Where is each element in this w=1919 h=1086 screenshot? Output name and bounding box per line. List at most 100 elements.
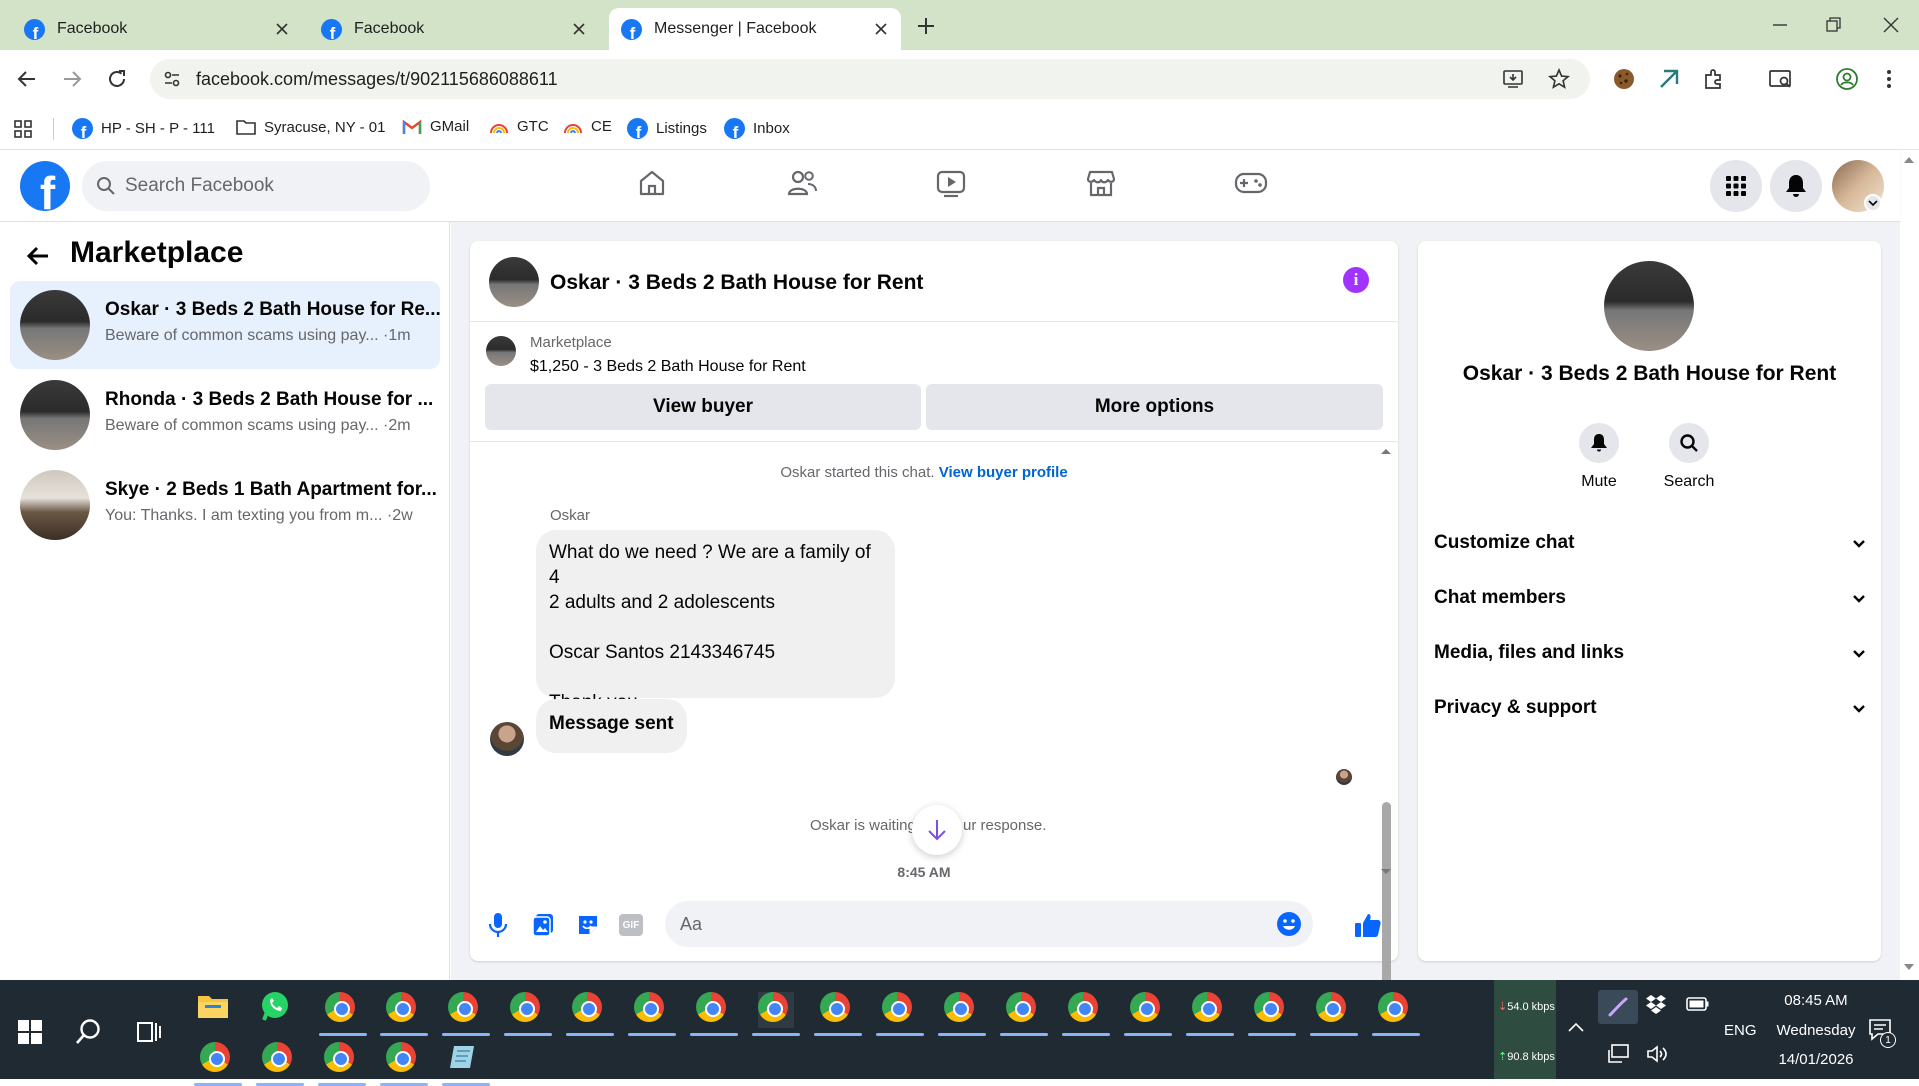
extension-icon[interactable]	[1657, 67, 1681, 91]
browser-tab-active[interactable]: f Messenger | Facebook	[609, 8, 901, 50]
page-scroll-up-icon[interactable]	[1903, 155, 1915, 165]
sender-avatar[interactable]	[490, 722, 524, 756]
profile-icon[interactable]	[1835, 67, 1859, 91]
bookmark-star-icon[interactable]	[1548, 68, 1570, 90]
url-text[interactable]: facebook.com/messages/t/902115686088611	[196, 69, 558, 90]
gaming-icon[interactable]	[1234, 168, 1268, 198]
search-in-conversation-button[interactable]	[1669, 423, 1709, 463]
page-scroll-down-icon[interactable]	[1903, 962, 1915, 972]
minimize-icon[interactable]	[1770, 15, 1790, 35]
info-avatar[interactable]	[1604, 261, 1694, 351]
close-tab-icon[interactable]	[871, 19, 891, 39]
reload-icon[interactable]	[106, 68, 128, 90]
view-buyer-button[interactable]: View buyer	[485, 384, 921, 430]
browser-tab-1[interactable]: f Facebook	[12, 8, 302, 50]
network-display-icon[interactable]	[1608, 1044, 1630, 1064]
chrome-window-icon[interactable]	[318, 1042, 366, 1086]
scrollbar-thumb[interactable]	[1382, 802, 1391, 995]
conversation-info-icon[interactable]: i	[1343, 267, 1369, 293]
sticker-icon[interactable]	[576, 913, 600, 937]
gif-icon[interactable]: GIF	[619, 914, 643, 936]
chrome-window-icon[interactable]	[1372, 992, 1420, 1036]
chrome-window-icon[interactable]	[504, 992, 552, 1036]
volume-icon[interactable]	[1646, 1044, 1668, 1064]
language-indicator[interactable]: ENG	[1724, 1022, 1757, 1039]
account-chevron-icon[interactable]	[1864, 194, 1882, 212]
back-arrow-icon[interactable]	[24, 242, 52, 270]
whatsapp-icon[interactable]	[259, 990, 295, 1026]
browser-menu-icon[interactable]	[1884, 67, 1894, 91]
listing-text[interactable]: $1,250 - 3 Beds 2 Bath House for Rent	[530, 358, 806, 376]
site-settings-icon[interactable]	[162, 69, 182, 89]
scroll-to-bottom-button[interactable]	[912, 805, 962, 855]
chrome-window-icon[interactable]	[380, 1042, 428, 1086]
chrome-window-icon[interactable]	[442, 992, 490, 1036]
conversation-item-skye[interactable]: Skye · 2 Beds 1 Bath Apartment for... Yo…	[10, 461, 440, 549]
marketplace-icon[interactable]	[1086, 168, 1116, 198]
file-explorer-icon[interactable]	[197, 992, 233, 1028]
restore-icon[interactable]	[1824, 15, 1844, 35]
battery-icon[interactable]	[1686, 995, 1710, 1013]
chrome-window-icon[interactable]	[566, 992, 614, 1036]
chat-scrollbar[interactable]	[1379, 446, 1393, 995]
attach-photo-icon[interactable]	[532, 913, 554, 937]
chat-avatar[interactable]	[489, 257, 539, 307]
pen-tray-icon[interactable]	[1598, 990, 1638, 1024]
notifications-button[interactable]	[1770, 160, 1822, 212]
microphone-icon[interactable]	[487, 912, 509, 938]
chrome-window-icon[interactable]	[876, 992, 924, 1036]
chrome-window-icon[interactable]	[1310, 992, 1358, 1036]
bookmark-gmail[interactable]: GMail	[402, 118, 469, 135]
menu-grid-button[interactable]	[1710, 160, 1762, 212]
chrome-window-icon[interactable]	[1124, 992, 1172, 1036]
video-icon[interactable]	[936, 168, 966, 198]
chrome-window-icon[interactable]	[938, 992, 986, 1036]
show-hidden-icons-chevron-icon[interactable]	[1568, 1022, 1584, 1032]
cookie-extension-icon[interactable]	[1612, 67, 1636, 91]
more-options-button[interactable]: More options	[926, 384, 1383, 430]
bookmark-gtc[interactable]: GTC	[489, 118, 549, 135]
install-app-icon[interactable]	[1502, 68, 1524, 90]
task-view-icon[interactable]	[137, 1019, 161, 1045]
message-sent-bubble[interactable]: Message sent	[536, 699, 687, 753]
emoji-icon[interactable]	[1276, 911, 1302, 937]
bookmark-ce[interactable]: CE	[563, 118, 612, 135]
view-buyer-profile-link[interactable]: View buyer profile	[939, 464, 1068, 481]
clock-time[interactable]: 08:45 AM	[1776, 992, 1856, 1009]
friends-icon[interactable]	[786, 168, 818, 198]
back-icon[interactable]	[16, 68, 38, 90]
tab-search-icon[interactable]	[1768, 67, 1794, 91]
taskbar-search-icon[interactable]	[75, 1018, 103, 1046]
bookmark-inbox[interactable]: f Inbox	[724, 118, 790, 139]
chrome-window-icon[interactable]	[628, 992, 676, 1036]
chat-members-section[interactable]: Chat members	[1434, 578, 1866, 618]
scroll-down-icon[interactable]	[1379, 867, 1393, 877]
chrome-window-icon[interactable]	[1000, 992, 1048, 1036]
dropbox-icon[interactable]	[1645, 994, 1667, 1014]
facebook-search-input[interactable]: Search Facebook	[82, 161, 430, 211]
scroll-up-icon[interactable]	[1379, 446, 1393, 456]
chrome-window-icon[interactable]	[814, 992, 862, 1036]
mute-button[interactable]	[1579, 423, 1619, 463]
clock-day[interactable]: Wednesday	[1766, 1022, 1866, 1039]
facebook-logo-icon[interactable]: f	[20, 161, 70, 211]
conversation-item-oskar[interactable]: Oskar · 3 Beds 2 Bath House for Re... Be…	[10, 281, 441, 369]
message-composer-input[interactable]: Aa	[665, 901, 1313, 947]
forward-icon[interactable]	[61, 68, 83, 90]
chrome-window-icon[interactable]	[1248, 992, 1296, 1036]
close-window-icon[interactable]	[1881, 15, 1901, 35]
chat-header-title[interactable]: Oskar · 3 Beds 2 Bath House for Rent	[550, 271, 923, 295]
chrome-window-icon[interactable]	[256, 1042, 304, 1086]
incoming-message-bubble[interactable]: What do we need ? We are a family of 4 2…	[536, 530, 895, 713]
browser-tab-2[interactable]: f Facebook	[309, 8, 599, 50]
extensions-puzzle-icon[interactable]	[1702, 67, 1726, 91]
chrome-window-icon[interactable]	[1062, 992, 1110, 1036]
close-tab-icon[interactable]	[569, 19, 589, 39]
chrome-window-active-icon[interactable]	[752, 992, 800, 1036]
home-icon[interactable]	[637, 168, 667, 198]
close-tab-icon[interactable]	[272, 19, 292, 39]
chrome-window-icon[interactable]	[194, 1042, 242, 1086]
conversation-item-rhonda[interactable]: Rhonda · 3 Beds 2 Bath House for ... Bew…	[10, 371, 440, 459]
network-speed-widget[interactable]: ⇣54.0 kbps ⇡90.8 kbps	[1494, 980, 1556, 1079]
bookmark-hp-sh-p-111[interactable]: f HP - SH - P - 111	[72, 118, 215, 139]
